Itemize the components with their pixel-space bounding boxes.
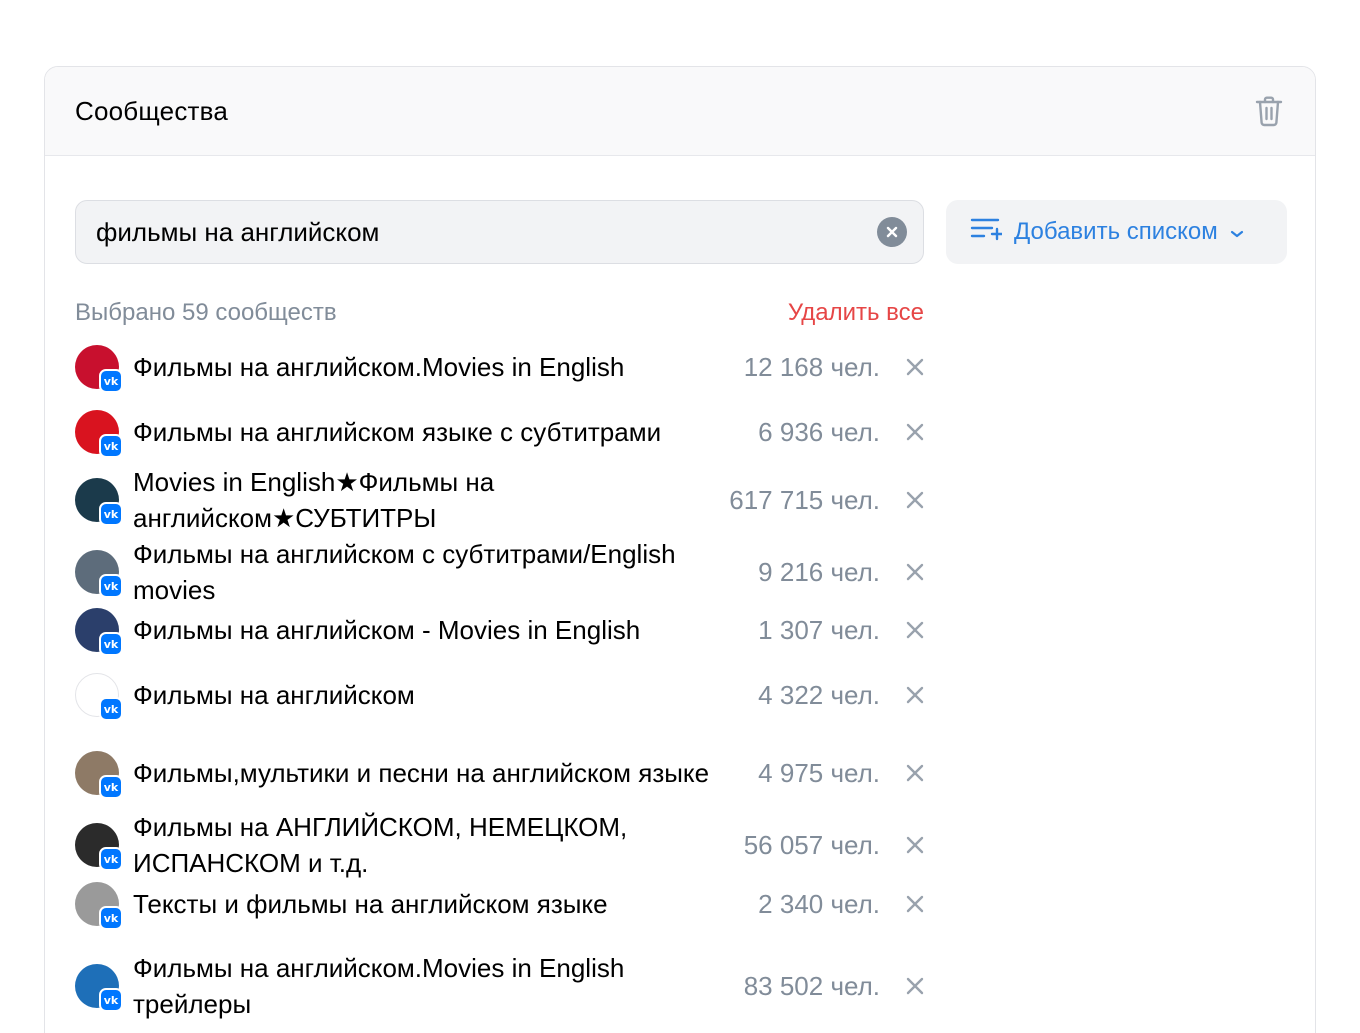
- community-avatar: vk: [75, 478, 123, 526]
- community-item[interactable]: vk Фильмы на английском.Movies in Englis…: [75, 950, 924, 1022]
- community-avatar: vk: [75, 345, 123, 393]
- remove-icon[interactable]: [880, 895, 924, 913]
- community-members: 617 715 чел.: [729, 484, 880, 515]
- community-members: 2 340 чел.: [758, 888, 880, 919]
- community-name: Фильмы на английском языке с субтитрами: [133, 417, 662, 447]
- remove-icon[interactable]: [880, 358, 924, 376]
- add-list-label: Добавить списком: [1014, 218, 1218, 245]
- remove-icon[interactable]: [880, 563, 924, 581]
- selection-summary: Выбрано 59 сообществ Удалить все: [75, 297, 924, 329]
- community-avatar: vk: [75, 751, 123, 799]
- community-avatar: vk: [75, 964, 123, 1012]
- search-input[interactable]: [96, 216, 877, 248]
- chevron-down-icon: [1230, 218, 1244, 246]
- community-name: Фильмы на английском.Movies in English: [133, 352, 625, 382]
- remove-icon[interactable]: [880, 764, 924, 782]
- community-members: 1 307 чел.: [758, 614, 880, 645]
- community-item[interactable]: vk Фильмы на английском 4 322 чел.: [75, 673, 924, 721]
- community-members: 4 975 чел.: [758, 757, 880, 788]
- delete-all-link[interactable]: Удалить все: [788, 299, 924, 327]
- community-name: Фильмы,мультики и песни на английском яз…: [133, 758, 710, 788]
- vk-icon: vk: [99, 574, 123, 598]
- list-add-icon: [970, 216, 1004, 249]
- community-item[interactable]: vk Тексты и фильмы на английском языке 2…: [75, 882, 924, 930]
- community-name: Фильмы на АНГЛИЙСКОМ, НЕМЕЦКОМ, ИСПАНСКО…: [133, 812, 628, 878]
- communities-card: Сообщества Добавить списком: [44, 66, 1316, 1033]
- community-avatar: vk: [75, 608, 123, 656]
- community-item[interactable]: vk Movies in English★Фильмы на английско…: [75, 464, 924, 536]
- vk-icon: vk: [99, 988, 123, 1012]
- community-item[interactable]: vk Фильмы на английском с субтитрами/Eng…: [75, 536, 924, 608]
- community-members: 83 502 чел.: [743, 970, 880, 1001]
- vk-icon: vk: [99, 847, 123, 871]
- community-name: Тексты и фильмы на английском языке: [133, 889, 608, 919]
- vk-icon: vk: [99, 434, 123, 458]
- community-avatar: vk: [75, 823, 123, 871]
- add-list-button[interactable]: Добавить списком: [946, 200, 1287, 264]
- remove-icon[interactable]: [880, 977, 924, 995]
- community-members: 56 057 чел.: [743, 829, 880, 860]
- community-item[interactable]: vk Фильмы на английском - Movies in Engl…: [75, 608, 924, 656]
- clear-search-icon[interactable]: [877, 217, 907, 247]
- vk-icon: vk: [99, 369, 123, 393]
- community-members: 12 168 чел.: [743, 351, 880, 382]
- community-name: Фильмы на английском: [133, 680, 415, 710]
- remove-icon[interactable]: [880, 686, 924, 704]
- card-title: Сообщества: [75, 95, 229, 126]
- community-item[interactable]: vk Фильмы,мультики и песни на английском…: [75, 737, 924, 809]
- trash-icon[interactable]: [1253, 94, 1285, 128]
- community-avatar: vk: [75, 550, 123, 598]
- community-members: 4 322 чел.: [758, 679, 880, 710]
- community-item[interactable]: vk Фильмы на английском языке с субтитра…: [75, 410, 924, 458]
- remove-icon[interactable]: [880, 621, 924, 639]
- vk-icon: vk: [99, 697, 123, 721]
- community-item[interactable]: vk Фильмы на АНГЛИЙСКОМ, НЕМЕЦКОМ, ИСПАН…: [75, 809, 924, 881]
- community-avatar: vk: [75, 882, 123, 930]
- remove-icon[interactable]: [880, 836, 924, 854]
- remove-icon[interactable]: [880, 491, 924, 509]
- vk-icon: vk: [99, 906, 123, 930]
- vk-icon: vk: [99, 502, 123, 526]
- search-field[interactable]: [75, 200, 924, 264]
- community-avatar: vk: [75, 673, 123, 721]
- vk-icon: vk: [99, 632, 123, 656]
- community-avatar: vk: [75, 410, 123, 458]
- selected-count: Выбрано 59 сообществ: [75, 299, 337, 326]
- vk-icon: vk: [99, 775, 123, 799]
- card-header: Сообщества: [45, 67, 1315, 156]
- community-members: 6 936 чел.: [758, 416, 880, 447]
- remove-icon[interactable]: [880, 423, 924, 441]
- community-name: Фильмы на английском - Movies in English: [133, 615, 641, 645]
- community-item[interactable]: vk Фильмы на английском.Movies in Englis…: [75, 345, 924, 393]
- community-members: 9 216 чел.: [758, 556, 880, 587]
- community-name: Фильмы на английском.Movies in English т…: [133, 953, 625, 1019]
- community-name: Фильмы на английском с субтитрами/Englis…: [133, 539, 676, 605]
- community-name: Movies in English★Фильмы на английском★С…: [133, 467, 495, 533]
